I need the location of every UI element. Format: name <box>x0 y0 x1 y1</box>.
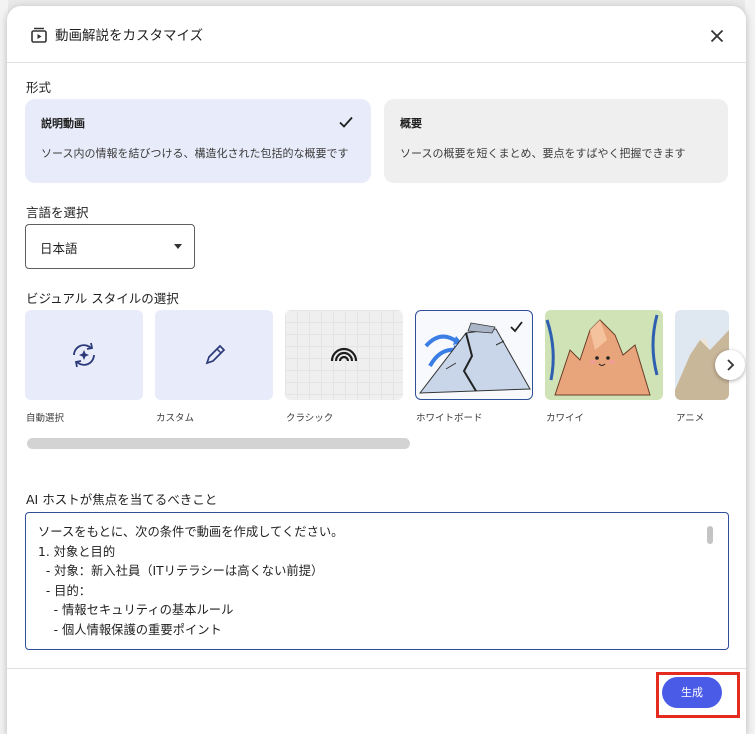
visual-style-label: ビジュアル スタイルの選択 <box>26 291 179 306</box>
chevron-right-icon <box>727 359 735 371</box>
focus-line: - 個人情報保護の重要ポイント <box>38 622 222 637</box>
rainbow-icon <box>330 347 358 362</box>
style-option-classic[interactable] <box>285 310 403 400</box>
close-icon[interactable] <box>705 24 729 48</box>
focus-scrollbar[interactable] <box>707 526 713 544</box>
scroll-next-button[interactable] <box>715 350 745 380</box>
style-option-kawaii[interactable] <box>545 310 663 400</box>
customize-video-dialog: 動画解説をカスタマイズ 形式 説明動画 ソース内の情報を結びつける、構造化された… <box>7 6 746 734</box>
footer-divider <box>7 668 746 669</box>
whiteboard-volcano-image <box>418 321 531 394</box>
format-option-explainer[interactable]: 説明動画 ソース内の情報を結びつける、構造化された包括的な概要です <box>25 99 371 183</box>
style-option-whiteboard[interactable] <box>415 310 533 400</box>
format-label: 形式 <box>26 80 52 95</box>
focus-line: - 情報セキュリティの基本ルール <box>38 603 234 617</box>
style-label-classic: クラシック <box>286 413 334 424</box>
style-label-custom: カスタム <box>156 413 195 424</box>
style-option-custom[interactable] <box>155 310 273 400</box>
format-option-title: 説明動画 <box>41 117 85 130</box>
style-option-auto[interactable] <box>25 310 143 400</box>
focus-line: 1. 対象と目的 <box>38 544 116 559</box>
pencil-icon <box>205 344 226 365</box>
focus-textarea[interactable]: ソースをもとに、次の条件で動画を作成してください。 1. 対象と目的 - 対象：… <box>25 512 729 650</box>
dialog-header: 動画解説をカスタマイズ <box>7 6 746 62</box>
focus-line: - 目的： <box>38 583 92 598</box>
language-select[interactable]: 日本語 <box>25 224 195 269</box>
focus-line: ソースをもとに、次の条件で動画を作成してください。 <box>38 525 344 539</box>
style-label-anime: アニメ <box>676 413 705 424</box>
background-page-right <box>745 0 755 734</box>
language-value: 日本語 <box>40 241 78 256</box>
style-label-auto: 自動選択 <box>26 413 65 424</box>
style-label-whiteboard: ホワイトボード <box>416 413 483 424</box>
generate-button[interactable]: 生成 <box>662 677 722 708</box>
video-overview-icon <box>31 27 47 43</box>
format-option-title: 概要 <box>400 117 422 130</box>
language-label: 言語を選択 <box>26 205 89 220</box>
dialog-title: 動画解説をカスタマイズ <box>55 28 204 44</box>
check-icon <box>339 116 353 128</box>
dropdown-arrow-icon <box>174 244 182 249</box>
focus-line: - 対象：新入社員（ITリテラシーは高くない前提） <box>38 564 324 578</box>
format-option-brief[interactable]: 概要 ソースの概要を短くまとめ、要点をすばやく把握できます <box>384 99 728 183</box>
format-option-description: ソースの概要を短くまとめ、要点をすばやく把握できます <box>400 147 686 160</box>
style-label-kawaii: カワイイ <box>546 413 585 424</box>
auto-refresh-icon <box>73 342 95 368</box>
header-divider <box>7 62 746 63</box>
format-option-description: ソース内の情報を結びつける、構造化された包括的な概要です <box>41 147 349 160</box>
kawaii-mountain-image <box>545 310 663 400</box>
focus-label: AI ホストが焦点を当てるべきこと <box>26 492 218 507</box>
style-horizontal-scrollbar[interactable] <box>27 438 410 449</box>
